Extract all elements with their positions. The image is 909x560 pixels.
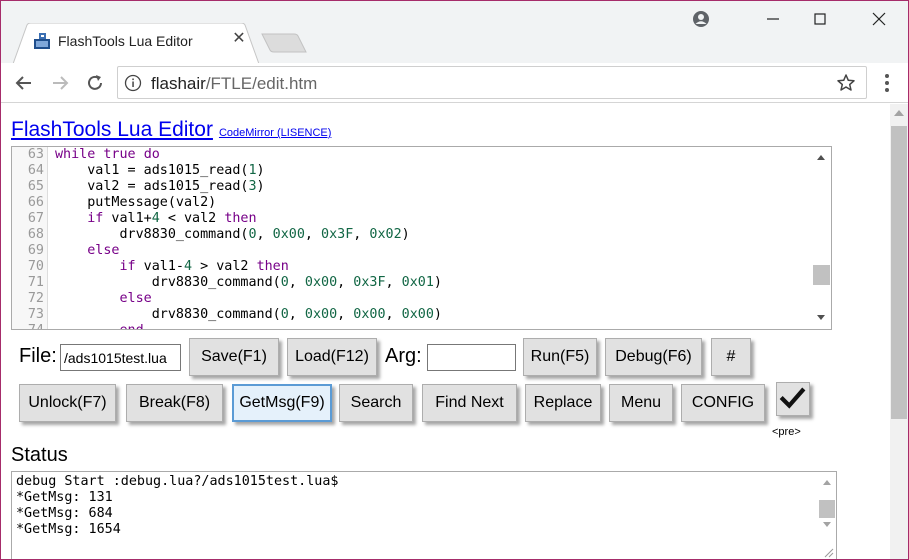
getmsg-button[interactable]: GetMsg(F9) bbox=[232, 384, 332, 422]
code-line-text: drv8830_command(0, 0x00, 0x00, 0x00) bbox=[55, 307, 442, 322]
url-host: flashair bbox=[151, 74, 206, 93]
page-heading: FlashTools Lua Editor CodeMirror (LISENCE… bbox=[11, 118, 331, 142]
url-path: /FTLE/edit.htm bbox=[205, 74, 318, 93]
license-link[interactable]: CodeMirror (LISENCE) bbox=[219, 127, 331, 139]
arg-input[interactable] bbox=[427, 344, 516, 371]
run-button[interactable]: Run(F5) bbox=[523, 338, 597, 376]
checkmark-icon bbox=[779, 387, 806, 409]
pre-toggle-button[interactable] bbox=[776, 382, 810, 416]
replace-button[interactable]: Replace bbox=[525, 384, 601, 422]
code-line-text: val2 = ads1015_read(3) bbox=[55, 179, 265, 194]
line-number: 65 bbox=[27, 179, 44, 194]
browser-toolbar: flashair/FTLE/edit.htm bbox=[1, 63, 908, 103]
code-line-text: end bbox=[55, 323, 144, 329]
line-number: 69 bbox=[27, 243, 44, 258]
line-number: 71 bbox=[27, 275, 44, 290]
status-text: debug Start :debug.lua?/ads1015test.lua$… bbox=[16, 474, 339, 537]
maximize-icon[interactable] bbox=[808, 7, 832, 31]
bookmark-star-icon[interactable] bbox=[836, 73, 856, 93]
tab-title: FlashTools Lua Editor bbox=[58, 33, 193, 49]
forward-arrow-icon[interactable] bbox=[48, 71, 72, 95]
code-line-text: drv8830_command(0, 0x00, 0x3F, 0x02) bbox=[55, 227, 410, 242]
code-line[interactable]: 65 val2 = ads1015_read(3) bbox=[12, 179, 812, 195]
browser-titlebar: FlashTools Lua Editor ✕ bbox=[1, 1, 908, 64]
code-line-text: val1 = ads1015_read(1) bbox=[55, 163, 265, 178]
code-line[interactable]: 63 while true do bbox=[12, 147, 812, 163]
editor-scroll-thumb[interactable] bbox=[813, 265, 830, 285]
search-button[interactable]: Search bbox=[339, 384, 413, 422]
debug-button[interactable]: Debug(F6) bbox=[605, 338, 702, 376]
scroll-up-arrow-icon[interactable] bbox=[817, 155, 825, 160]
find-next-button[interactable]: Find Next bbox=[422, 384, 517, 422]
arg-label: Arg: bbox=[385, 345, 422, 367]
code-line[interactable]: 73 drv8830_command(0, 0x00, 0x00, 0x00) bbox=[12, 307, 812, 323]
flashtools-favicon-icon bbox=[34, 33, 50, 49]
code-line-text: if val1-4 > val2 then bbox=[119, 259, 289, 274]
status-title: Status bbox=[11, 444, 68, 466]
menu-button[interactable]: Menu bbox=[609, 384, 673, 422]
profile-icon[interactable] bbox=[689, 7, 713, 31]
close-tab-icon[interactable]: ✕ bbox=[230, 30, 248, 48]
page-content: FlashTools Lua Editor CodeMirror (LISENCE… bbox=[1, 104, 890, 559]
code-line-text: drv8830_command(0, 0x00, 0x3F, 0x01) bbox=[55, 275, 442, 290]
line-number: 73 bbox=[27, 307, 44, 322]
line-number: 64 bbox=[27, 163, 44, 178]
code-line[interactable]: 72 else bbox=[12, 291, 812, 307]
file-input[interactable] bbox=[60, 344, 181, 371]
code-line-text: if val1+4 < val2 then bbox=[87, 211, 257, 226]
status-scroll-down-icon[interactable] bbox=[823, 522, 831, 527]
save-button[interactable]: Save(F1) bbox=[189, 338, 279, 376]
break-button[interactable]: Break(F8) bbox=[126, 384, 223, 422]
hash-button[interactable]: # bbox=[711, 338, 751, 376]
page-scroll-thumb[interactable] bbox=[891, 126, 907, 419]
new-tab-button[interactable] bbox=[261, 33, 307, 53]
code-line[interactable]: 69 else bbox=[12, 243, 812, 259]
code-line[interactable]: 64 val1 = ads1015_read(1) bbox=[12, 163, 812, 179]
code-line-text: else bbox=[87, 243, 120, 258]
code-line[interactable]: 70 if val1-4 > val2 then bbox=[12, 259, 812, 275]
minimize-icon[interactable] bbox=[761, 7, 785, 31]
code-line[interactable]: 74 end bbox=[12, 323, 812, 329]
page-scrollbar[interactable] bbox=[890, 104, 908, 559]
code-editor[interactable]: 63 while true do 64 val1 = ads1015_read(1)… bbox=[11, 146, 832, 330]
editor-scrollbar[interactable] bbox=[812, 147, 831, 329]
reload-icon[interactable] bbox=[83, 71, 107, 95]
line-number: 66 bbox=[27, 195, 44, 210]
line-number: 70 bbox=[27, 259, 44, 274]
scroll-down-arrow-icon[interactable] bbox=[817, 315, 825, 320]
line-number: 74 bbox=[12, 323, 44, 329]
pre-label: <pre> bbox=[772, 426, 801, 438]
code-line[interactable]: 66 putMessage(val2) bbox=[12, 195, 812, 211]
close-window-icon[interactable] bbox=[867, 7, 891, 31]
site-info-icon[interactable] bbox=[124, 74, 142, 92]
code-line[interactable]: 68 drv8830_command(0, 0x00, 0x3F, 0x02) bbox=[12, 227, 812, 243]
line-number: 67 bbox=[27, 211, 44, 226]
status-area[interactable]: debug Start :debug.lua?/ads1015test.lua$… bbox=[11, 471, 837, 559]
address-bar[interactable]: flashair/FTLE/edit.htm bbox=[117, 66, 867, 99]
url-text[interactable]: flashair/FTLE/edit.htm bbox=[151, 74, 317, 94]
back-arrow-icon[interactable] bbox=[12, 71, 36, 95]
resize-grip-icon[interactable] bbox=[822, 546, 834, 558]
code-line[interactable]: 71 drv8830_command(0, 0x00, 0x3F, 0x01) bbox=[12, 275, 812, 291]
code-line-text: putMessage(val2) bbox=[55, 195, 217, 210]
page-title-link[interactable]: FlashTools Lua Editor bbox=[11, 118, 213, 141]
file-label: File: bbox=[19, 345, 57, 367]
status-scroll-up-icon[interactable] bbox=[823, 480, 831, 485]
page-scroll-up-icon[interactable] bbox=[894, 110, 904, 116]
line-number: 68 bbox=[27, 227, 44, 242]
line-number: 72 bbox=[27, 291, 44, 306]
line-number: 63 bbox=[27, 147, 44, 162]
load-button[interactable]: Load(F12) bbox=[287, 338, 377, 376]
browser-tab[interactable]: FlashTools Lua Editor ✕ bbox=[13, 23, 259, 64]
browser-menu-icon[interactable] bbox=[877, 71, 897, 95]
browser-window: FlashTools Lua Editor ✕ flashair/FTLE/ed… bbox=[0, 0, 909, 560]
status-scroll-thumb[interactable] bbox=[819, 500, 835, 518]
code-line[interactable]: 67 if val1+4 < val2 then bbox=[12, 211, 812, 227]
unlock-button[interactable]: Unlock(F7) bbox=[19, 384, 116, 422]
code-line-text: while true do bbox=[55, 147, 160, 162]
config-button[interactable]: CONFIG bbox=[681, 384, 765, 422]
code-line-text: else bbox=[119, 291, 152, 306]
code-area[interactable]: 63 while true do 64 val1 = ads1015_read(1)… bbox=[12, 147, 812, 329]
